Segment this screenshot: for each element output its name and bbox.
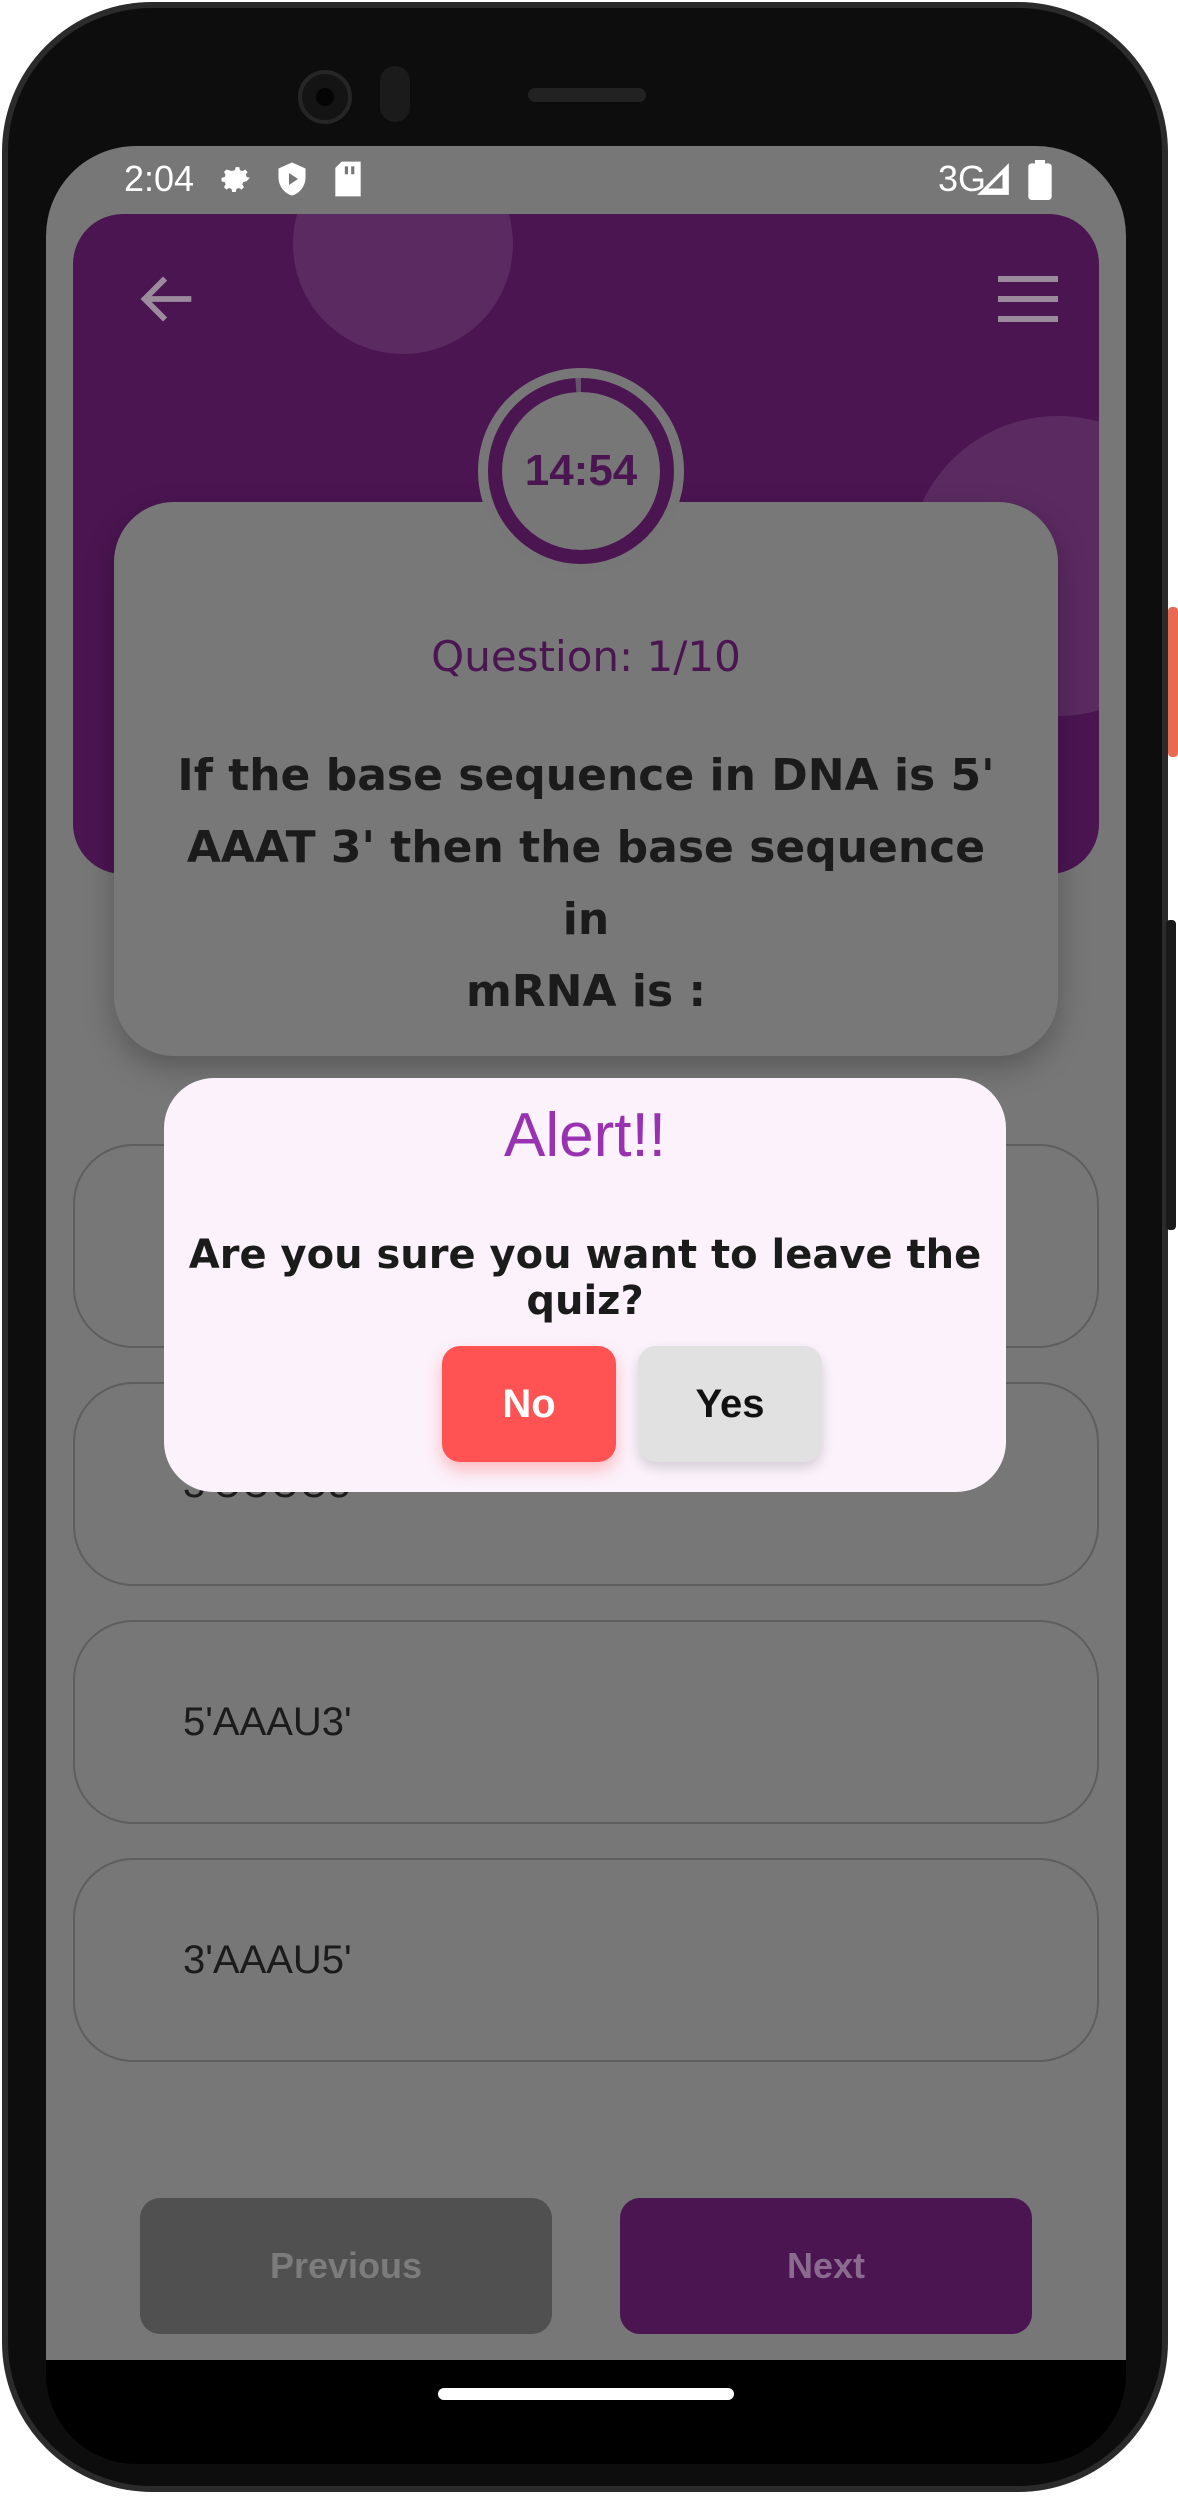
signal-icon [974,160,1012,207]
front-camera [298,70,352,124]
countdown-timer: 14:54 [478,368,684,574]
power-button [1168,607,1178,757]
question-line: mRNA is : [465,966,707,1017]
gesture-bar [46,2360,1126,2464]
option-label: 3'AAAU5' [183,1938,352,1982]
decorative-circle [293,214,513,354]
no-button[interactable]: No [442,1346,616,1462]
sd-card-icon [332,160,364,207]
hamburger-menu-icon [998,276,1058,322]
option-label: 5'AAAU3' [183,1700,352,1744]
menu-button[interactable] [993,269,1063,329]
question-text: If the base sequence in DNA is 5' AAAT 3… [174,740,998,1028]
option-3[interactable]: 5'AAAU3' [73,1620,1099,1824]
volume-button [1166,920,1176,1230]
arrow-left-icon [140,276,192,322]
option-4[interactable]: 3'AAAU5' [73,1858,1099,2062]
dialog-message: Are you sure you want to leave the quiz? [188,1232,982,1324]
home-indicator[interactable] [438,2388,734,2400]
leave-quiz-dialog: Alert!! Are you sure you want to leave t… [164,1078,1006,1492]
status-bar: 2:04 3G [46,146,1126,218]
app-screen: 2:04 3G 14:54 5'AAAU3' 3'AAAU5' Question… [46,146,1126,2360]
timer-text: 14:54 [524,446,638,495]
question-line: If the base sequence in DNA is 5' [177,750,995,801]
dialog-title: Alert!! [504,1101,666,1170]
question-counter: Question: 1/10 [431,632,741,681]
question-card: Question: 1/10 If the base sequence in D… [114,502,1058,1056]
previous-button[interactable]: Previous [140,2198,552,2334]
next-button[interactable]: Next [620,2198,1032,2334]
proximity-sensor [380,66,410,122]
settings-icon [216,160,254,207]
yes-button[interactable]: Yes [638,1346,822,1462]
battery-icon [1028,160,1052,209]
status-time: 2:04 [124,158,195,199]
back-button[interactable] [133,264,203,334]
question-line: AAAT 3' then the base sequence in [186,822,986,945]
earpiece-speaker [528,88,646,102]
shield-play-icon [274,160,310,207]
